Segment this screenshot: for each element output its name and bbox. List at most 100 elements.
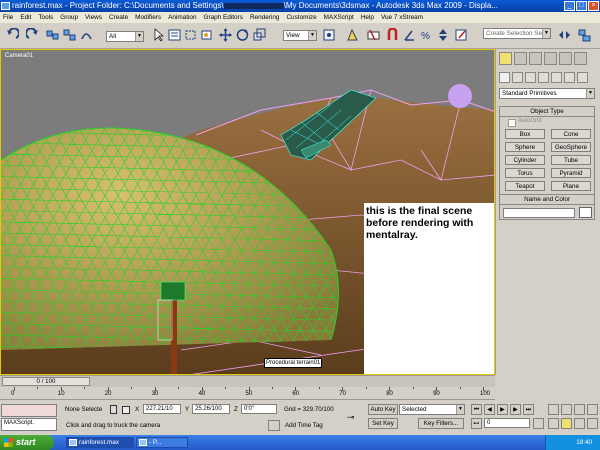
zoom-icon[interactable] — [548, 404, 559, 415]
systems-icon[interactable] — [577, 72, 588, 83]
reference-coordinate-dropdown[interactable]: View ▼ — [283, 30, 317, 41]
torus-button[interactable]: Torus — [505, 168, 545, 178]
align-icon[interactable] — [578, 28, 591, 42]
field-of-view-icon[interactable] — [548, 418, 559, 429]
bind-space-warp-icon[interactable] — [80, 28, 93, 42]
geometry-icon[interactable] — [499, 72, 510, 83]
mirror-icon[interactable] — [558, 28, 571, 42]
pan-view-icon[interactable] — [561, 418, 572, 429]
maximize-button[interactable]: □ — [576, 1, 587, 11]
create-tab-icon[interactable] — [499, 52, 512, 65]
named-selection-sets-dropdown[interactable]: Create Selection Set ▼ — [483, 28, 551, 39]
menu-graph-editors[interactable]: Graph Editors — [204, 12, 243, 23]
pyramid-button[interactable]: Pyramid — [551, 168, 591, 178]
sphere-button[interactable]: Sphere — [505, 142, 545, 152]
time-slider-thumb[interactable]: 0 / 100 — [2, 377, 90, 386]
menu-customize[interactable]: Customize — [286, 12, 316, 23]
undo-icon[interactable] — [6, 27, 20, 42]
select-and-move-icon[interactable] — [219, 28, 232, 42]
name-and-color-header[interactable]: Name and Color — [500, 195, 594, 205]
taskbar-item-3dsmax[interactable]: rainforest.max — [66, 437, 134, 448]
auto-key-button[interactable]: Auto Key — [368, 404, 398, 415]
key-filters-button[interactable]: Key Filters... — [418, 418, 464, 429]
z-coordinate-field[interactable]: 0'0" — [241, 404, 277, 414]
key-icon[interactable]: ⊸ — [347, 412, 355, 423]
maximize-viewport-icon[interactable] — [587, 418, 598, 429]
current-frame-field[interactable]: 0 — [484, 418, 530, 428]
modify-tab-icon[interactable] — [514, 52, 527, 65]
tube-button[interactable]: Tube — [551, 155, 591, 165]
key-mode-toggle-icon[interactable]: ⊷ — [471, 418, 482, 429]
viewport-label[interactable]: Camera01 — [5, 53, 33, 59]
lights-icon[interactable] — [525, 72, 536, 83]
shapes-icon[interactable] — [512, 72, 523, 83]
box-button[interactable]: Box — [505, 129, 545, 139]
select-object-icon[interactable] — [152, 28, 165, 42]
previous-frame-icon[interactable]: ◀ — [484, 404, 495, 415]
motion-tab-icon[interactable] — [544, 52, 557, 65]
menu-help[interactable]: Help — [361, 12, 374, 23]
zoom-all-icon[interactable] — [561, 404, 572, 415]
menu-modifiers[interactable]: Modifiers — [135, 12, 161, 23]
maxscript-mini-listener-top[interactable] — [1, 404, 57, 417]
window-crossing-icon[interactable] — [200, 28, 213, 42]
keyboard-shortcut-override-icon[interactable] — [367, 28, 380, 42]
utilities-tab-icon[interactable] — [574, 52, 587, 65]
spinner-snap-icon[interactable] — [437, 28, 450, 42]
edit-named-selection-icon[interactable] — [455, 28, 468, 42]
geosphere-button[interactable]: GeoSphere — [551, 142, 591, 152]
time-configuration-icon[interactable] — [533, 418, 544, 429]
object-type-header[interactable]: Object Type — [500, 107, 594, 117]
y-coordinate-field[interactable]: 25.26/100 — [192, 404, 230, 414]
menu-vue-xstream[interactable]: Vue 7 xStream — [381, 12, 423, 23]
menu-rendering[interactable]: Rendering — [250, 12, 280, 23]
pivot-center-icon[interactable] — [323, 28, 336, 42]
autogrid-checkbox[interactable]: AutoGrid — [500, 117, 594, 127]
play-icon[interactable]: ▶ — [497, 404, 508, 415]
key-mode-dropdown[interactable]: Selected ▼ — [399, 404, 465, 415]
cylinder-button[interactable]: Cylinder — [505, 155, 545, 165]
orbit-icon[interactable] — [574, 418, 585, 429]
track-bar[interactable]: 0 10 20 30 40 50 60 70 80 90 100 — [0, 387, 495, 400]
selection-filter-dropdown[interactable]: All ▼ — [106, 31, 144, 42]
select-and-manipulate-icon[interactable] — [346, 28, 359, 42]
menu-file[interactable]: File — [3, 12, 13, 23]
next-frame-icon[interactable]: ▶ — [510, 404, 521, 415]
zoom-extents-all-icon[interactable] — [587, 404, 598, 415]
menu-tools[interactable]: Tools — [38, 12, 53, 23]
object-name-field[interactable] — [503, 208, 575, 218]
snaps-toggle-icon[interactable] — [386, 27, 399, 42]
maxscript-mini-listener[interactable]: MAXScript. — [1, 418, 57, 431]
menu-maxscript[interactable]: MAXScript — [324, 12, 354, 23]
add-time-tag[interactable]: Add Time Tag — [285, 422, 323, 430]
selection-region-icon[interactable] — [184, 28, 197, 42]
teapot-button[interactable]: Teapot — [505, 181, 545, 191]
time-slider[interactable]: 0 / 100 — [0, 375, 495, 387]
display-tab-icon[interactable] — [559, 52, 572, 65]
close-button[interactable]: × — [588, 1, 599, 11]
zoom-extents-icon[interactable] — [574, 404, 585, 415]
absolute-mode-icon[interactable] — [122, 406, 130, 414]
cone-button[interactable]: Cone — [551, 129, 591, 139]
taskbar-item-2[interactable]: - P... — [136, 437, 188, 448]
x-coordinate-field[interactable]: 227.21/10 — [143, 404, 181, 414]
select-by-name-icon[interactable] — [168, 28, 181, 42]
lock-icon[interactable] — [110, 405, 117, 414]
select-and-link-icon[interactable] — [46, 28, 59, 42]
space-warps-icon[interactable] — [564, 72, 575, 83]
unlink-icon[interactable] — [63, 28, 76, 42]
menu-group[interactable]: Group — [60, 12, 78, 23]
angle-snap-icon[interactable] — [403, 28, 416, 42]
menu-views[interactable]: Views — [85, 12, 102, 23]
cameras-icon[interactable] — [538, 72, 549, 83]
object-color-swatch[interactable] — [579, 207, 592, 218]
select-and-scale-icon[interactable] — [253, 28, 266, 42]
select-and-rotate-icon[interactable] — [236, 28, 249, 42]
primitive-category-dropdown[interactable]: Standard Primitives ▼ — [499, 88, 595, 99]
set-key-button[interactable]: Set Key — [368, 418, 398, 429]
menu-create[interactable]: Create — [109, 12, 128, 23]
start-button[interactable]: start — [0, 435, 54, 450]
plane-button[interactable]: Plane — [551, 181, 591, 191]
redo-icon[interactable] — [25, 27, 39, 42]
time-tag-icon[interactable] — [268, 420, 280, 431]
